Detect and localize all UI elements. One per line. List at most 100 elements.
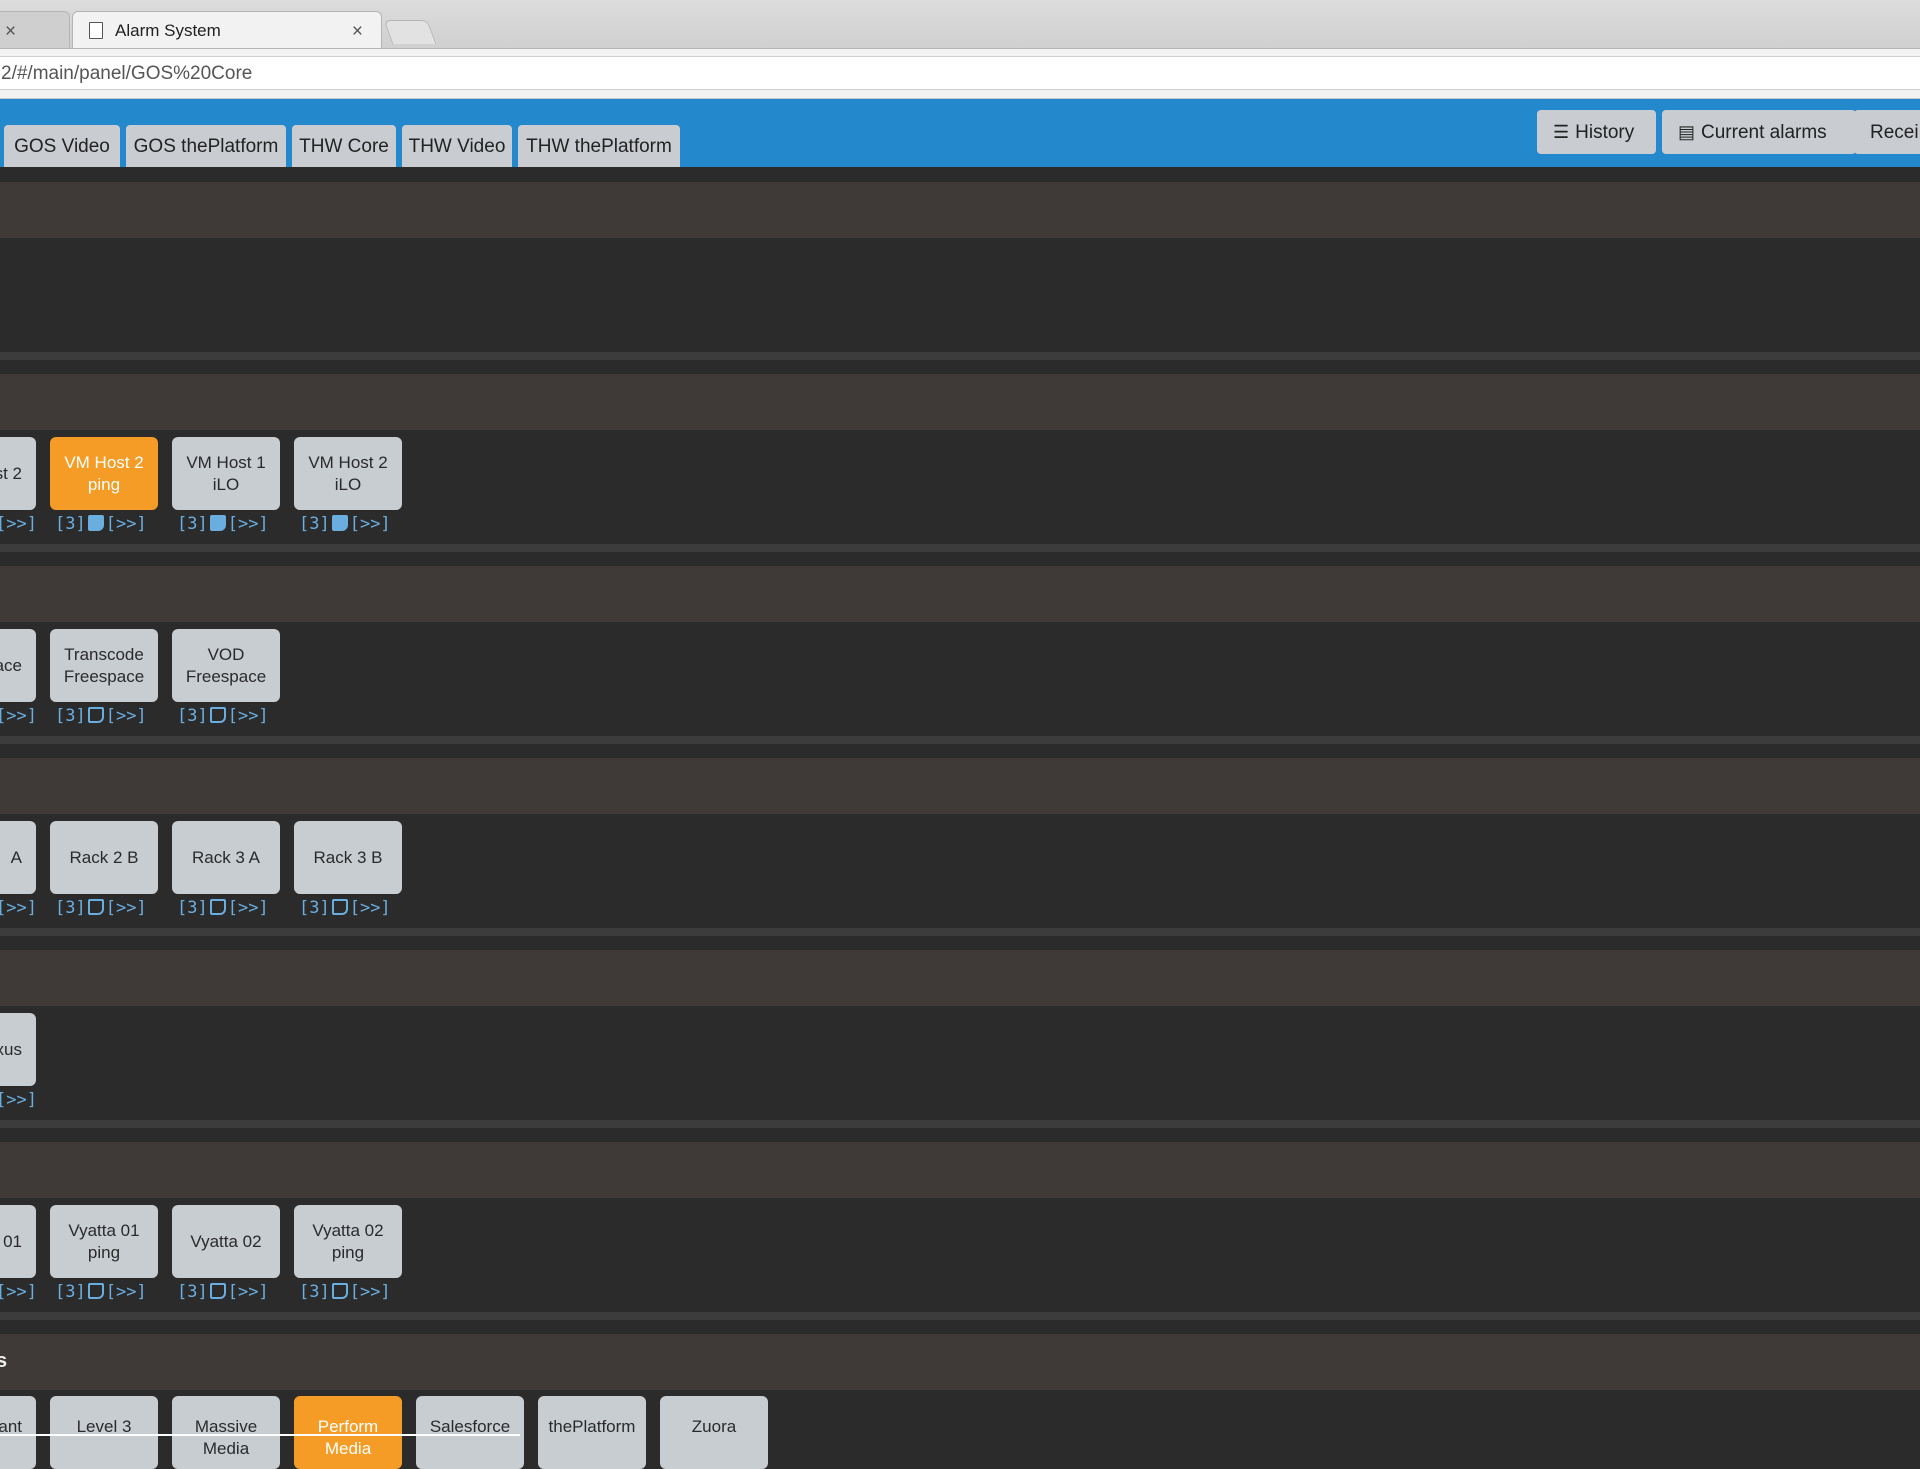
alarm-tile[interactable]: Rack 3 B	[294, 821, 402, 894]
alarm-tile[interactable]: VM Host 2 ping	[50, 437, 158, 510]
tab-thw-core[interactable]: THW Core	[292, 125, 396, 167]
open-link[interactable]: [>>]	[0, 898, 37, 918]
open-link[interactable]: [>>]	[350, 1282, 391, 1302]
note-icon[interactable]	[209, 1283, 226, 1299]
note-icon[interactable]	[209, 899, 226, 915]
alarm-tile[interactable]: Rack 3 A	[172, 821, 280, 894]
tile-label: A	[10, 847, 22, 867]
alarm-tile[interactable]: xus	[0, 1013, 36, 1086]
alarm-tile[interactable]: 01	[0, 1205, 36, 1278]
new-tab-button[interactable]	[383, 20, 437, 44]
note-icon[interactable]	[209, 515, 226, 531]
count-link[interactable]: [3]	[55, 514, 86, 534]
count-link[interactable]: [3]	[177, 514, 208, 534]
alarm-tile[interactable]: Transcode Freespace	[50, 629, 158, 702]
receive-button[interactable]: Recei	[1854, 110, 1920, 154]
alarm-tile[interactable]: VM Host 2 iLO	[294, 437, 402, 510]
count-link[interactable]: [3]	[299, 898, 330, 918]
group-divider	[0, 1312, 1920, 1320]
tile-controls: [>>]	[0, 1090, 37, 1114]
tab-thw-video[interactable]: THW Video	[402, 125, 512, 167]
group-divider	[0, 1120, 1920, 1128]
open-link[interactable]: [>>]	[350, 898, 391, 918]
tile-controls: [3] [>>]	[55, 898, 147, 922]
note-icon[interactable]	[331, 899, 348, 915]
note-icon[interactable]	[331, 515, 348, 531]
alarm-tile[interactable]: Vyatta 02 ping	[294, 1205, 402, 1278]
alarm-tile[interactable]: VM Host 1 iLO	[172, 437, 280, 510]
count-link[interactable]: [3]	[177, 706, 208, 726]
count-link[interactable]: [3]	[177, 898, 208, 918]
count-link[interactable]: [3]	[55, 706, 86, 726]
open-link[interactable]: [>>]	[0, 514, 37, 534]
open-link[interactable]: [>>]	[228, 898, 269, 918]
open-link[interactable]: [>>]	[106, 1282, 147, 1302]
alarm-tile[interactable]: Level 3	[50, 1396, 158, 1469]
count-link[interactable]: [3]	[55, 1282, 86, 1302]
current-alarms-button[interactable]: ▤ Current alarms	[1662, 110, 1856, 154]
alarm-tile[interactable]: thePlatform	[538, 1396, 646, 1469]
alarm-tile[interactable]: Perform Media	[294, 1396, 402, 1469]
note-icon[interactable]	[209, 707, 226, 723]
tile-controls: [3] [>>]	[177, 1282, 269, 1306]
alarm-tile[interactable]: Vyatta 02	[172, 1205, 280, 1278]
tile-controls: [3] [>>]	[177, 898, 269, 922]
group-divider	[0, 544, 1920, 552]
count-link[interactable]: [3]	[299, 514, 330, 534]
tile-controls: [3] [>>]	[55, 1282, 147, 1306]
alarm-tile[interactable]: Rack 2 B	[50, 821, 158, 894]
open-link[interactable]: [>>]	[106, 898, 147, 918]
note-icon[interactable]	[87, 515, 104, 531]
tile-label: VOD Freespace	[185, 644, 267, 686]
browser-tab-active[interactable]: Alarm System ×	[72, 11, 382, 48]
alarm-tile[interactable]: Zuora	[660, 1396, 768, 1469]
alarm-tile[interactable]: Massive Media	[172, 1396, 280, 1469]
open-link[interactable]: [>>]	[350, 514, 391, 534]
tile-controls: [>>]	[0, 898, 37, 922]
list-icon: ☰	[1553, 122, 1570, 142]
tile-label: Perform Media	[317, 1417, 379, 1458]
panel-nav-bar: GOS Video GOS thePlatform THW Core THW V…	[0, 99, 1920, 167]
tile-label: VM Host 2 iLO	[308, 452, 388, 494]
address-bar: 2/#/main/panel/GOS%20Core	[0, 49, 1920, 99]
tile-label: Massive Media	[194, 1417, 258, 1458]
alarm-tile[interactable]: Vyatta 01 ping	[50, 1205, 158, 1278]
alarm-tile[interactable]: ant	[0, 1396, 36, 1469]
count-link[interactable]: [3]	[299, 1282, 330, 1302]
tile-controls: [3] [>>]	[299, 898, 391, 922]
tab-gos-theplatform[interactable]: GOS thePlatform	[126, 125, 286, 167]
count-link[interactable]: [3]	[177, 1282, 208, 1302]
tab-gos-video[interactable]: GOS Video	[4, 125, 120, 167]
alarm-tile[interactable]: ace	[0, 629, 36, 702]
open-link[interactable]: [>>]	[0, 1282, 37, 1302]
alarm-tile[interactable]: VOD Freespace	[172, 629, 280, 702]
open-link[interactable]: [>>]	[106, 514, 147, 534]
open-link[interactable]: [>>]	[228, 706, 269, 726]
note-icon[interactable]	[87, 899, 104, 915]
close-tab-icon[interactable]: ×	[352, 21, 363, 43]
close-tab-icon[interactable]: ×	[5, 21, 16, 43]
tile-label: Rack 3 B	[313, 847, 383, 867]
note-icon[interactable]	[331, 1283, 348, 1299]
note-icon[interactable]	[87, 1283, 104, 1299]
open-link[interactable]: [>>]	[0, 706, 37, 726]
open-link[interactable]: [>>]	[0, 1090, 37, 1110]
alarm-list-icon: ▤	[1678, 122, 1696, 142]
open-link[interactable]: [>>]	[228, 1282, 269, 1302]
horizontal-scrollbar[interactable]	[0, 1434, 520, 1436]
group-header	[0, 1142, 1920, 1198]
tab-thw-theplatform[interactable]: THW thePlatform	[518, 125, 680, 167]
note-icon[interactable]	[87, 707, 104, 723]
browser-tab-strip: × Alarm System ×	[0, 0, 1920, 49]
open-link[interactable]: [>>]	[106, 706, 147, 726]
tile-label: st 2	[0, 463, 22, 483]
browser-tab-previous[interactable]: ×	[0, 11, 70, 48]
count-link[interactable]: [3]	[55, 898, 86, 918]
open-link[interactable]: [>>]	[228, 514, 269, 534]
alarm-tile[interactable]: A	[0, 821, 36, 894]
alarm-tile[interactable]: Salesforce	[416, 1396, 524, 1469]
url-input[interactable]: 2/#/main/panel/GOS%20Core	[0, 56, 1920, 90]
tile-controls: [>>]	[0, 1282, 37, 1306]
history-button[interactable]: ☰ History	[1537, 110, 1656, 154]
alarm-tile[interactable]: st 2	[0, 437, 36, 510]
